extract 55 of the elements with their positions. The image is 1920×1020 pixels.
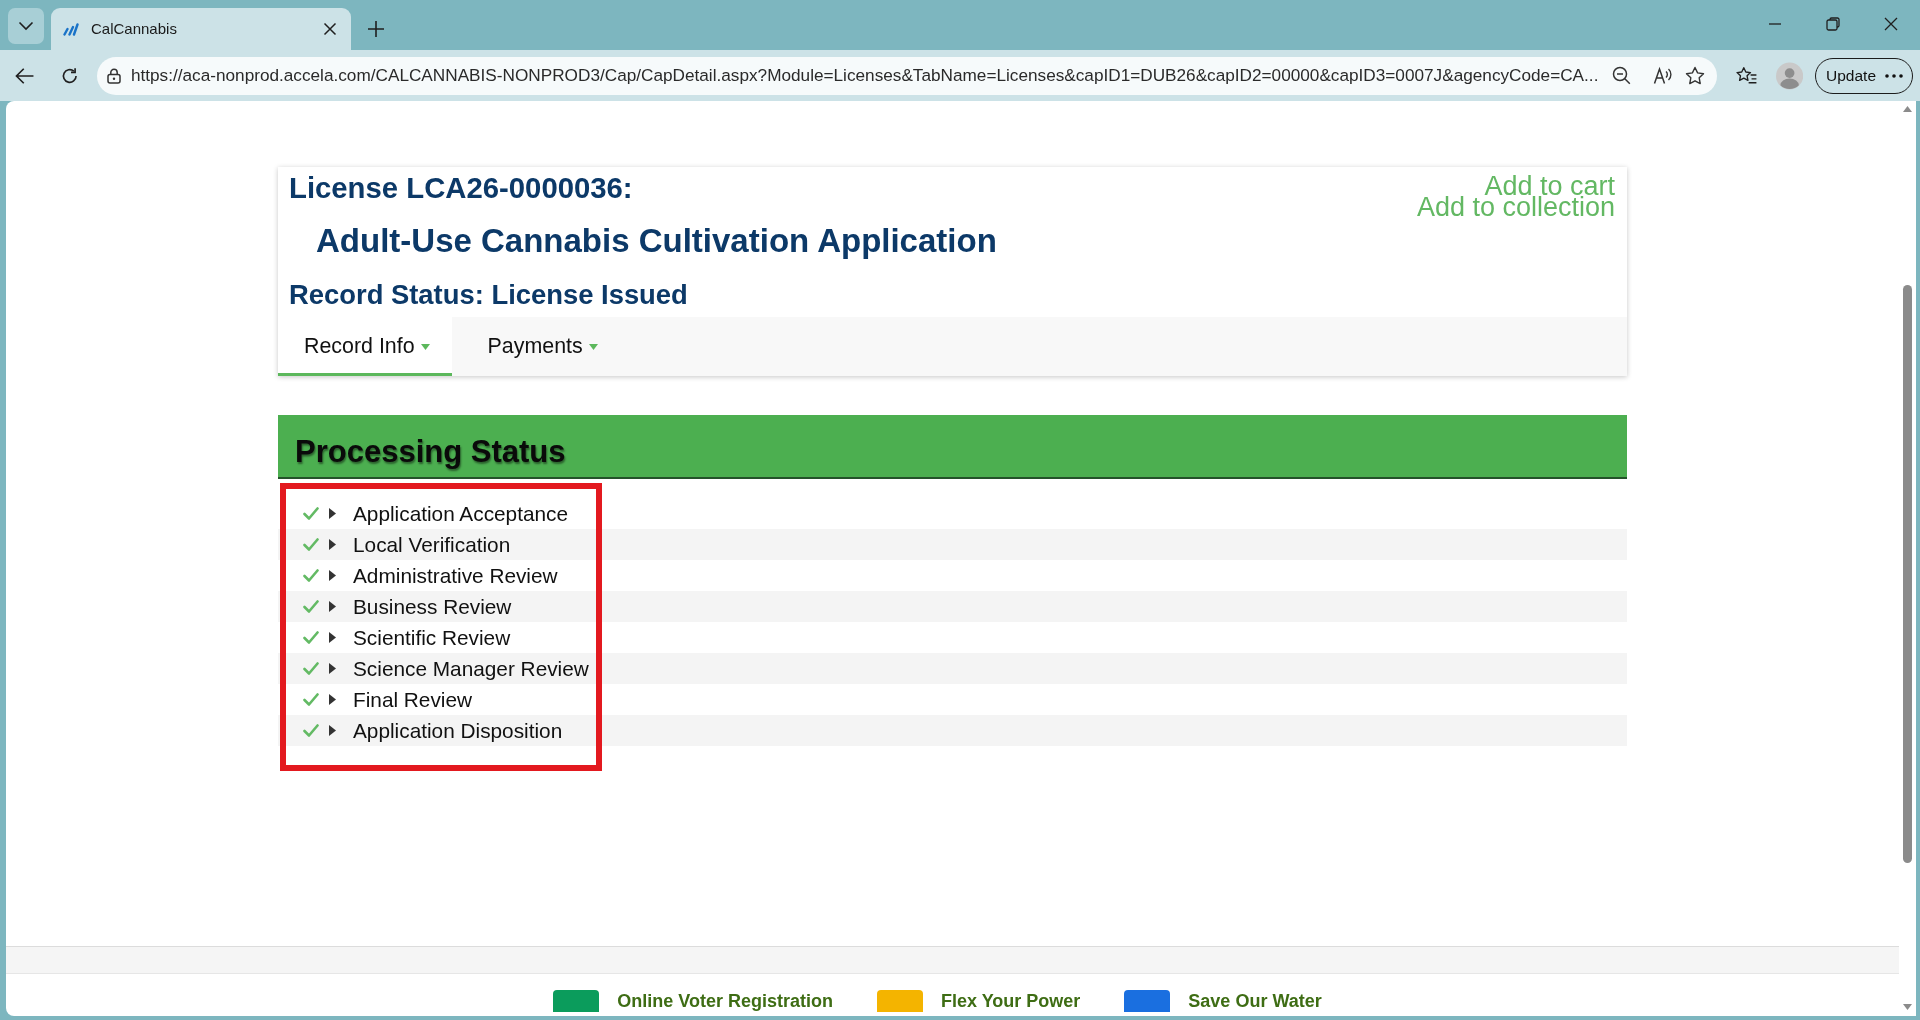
- caret-right-icon[interactable]: [329, 508, 336, 519]
- record-status: Record Status: License Issued: [289, 279, 688, 310]
- step-label: Application Acceptance: [353, 501, 569, 526]
- footer-link[interactable]: Save Our Water: [1188, 990, 1322, 1012]
- chevron-down-icon: [18, 21, 34, 31]
- step-label: Local Verification: [353, 532, 511, 557]
- caret-right-icon[interactable]: [329, 725, 336, 736]
- step-label: Final Review: [353, 687, 473, 712]
- logo-icon: [63, 22, 79, 36]
- logo-tile-icon[interactable]: [876, 990, 923, 1012]
- footer-link[interactable]: Flex Your Power: [940, 990, 1081, 1012]
- caret-right-icon[interactable]: [329, 601, 336, 612]
- read-aloud-icon[interactable]: [1653, 66, 1674, 85]
- tab-list-button[interactable]: [8, 8, 44, 44]
- logo-tile-icon[interactable]: [553, 990, 600, 1012]
- url-text: https://aca-nonprod.accela.com/CALCANNABIS-NONPROD3/Cap/CapDetail.aspx?Module=Licenses&TabName=Licenses&capID1=DUB26&capID2=00000&capID3=0007J&agencyCode=CA...: [130, 63, 1599, 87]
- tab-title: CalCannabis: [91, 18, 178, 39]
- caret-right-icon[interactable]: [329, 539, 336, 550]
- caret-right-icon[interactable]: [329, 632, 336, 643]
- step-label: Scientific Review: [353, 625, 511, 650]
- caret-down-icon: [588, 343, 598, 350]
- caret-right-icon[interactable]: [329, 663, 336, 674]
- scrollbar-thumb[interactable]: [1903, 285, 1912, 863]
- caret-right-icon[interactable]: [329, 694, 336, 705]
- step-label: Administrative Review: [353, 563, 558, 588]
- logo-tile-icon[interactable]: [1124, 990, 1171, 1012]
- favorites-icon[interactable]: [1736, 66, 1758, 85]
- step-label: Application Disposition: [353, 718, 563, 743]
- close-icon[interactable]: [323, 22, 337, 36]
- reload-icon[interactable]: [61, 66, 79, 85]
- close-icon[interactable]: [1883, 16, 1899, 32]
- address-field[interactable]: https://aca-nonprod.accela.com/CALCANNABIS-NONPROD3/Cap/CapDetail.aspx?Module=Licenses&TabName=Licenses&capID1=DUB26&capID2=00000&capID3=0007J&agencyCode=CA...: [96, 56, 1718, 95]
- more-icon: [1885, 73, 1903, 78]
- record-type-title: Adult-Use Cannabis Cultivation Application: [316, 222, 997, 259]
- update-label: Update: [1826, 65, 1876, 86]
- record-tab[interactable]: Payments: [461, 317, 620, 376]
- browser-tab[interactable]: CalCannabis: [51, 8, 351, 50]
- step-label: Business Review: [353, 594, 512, 619]
- tab-label: Payments: [487, 333, 583, 361]
- lock-icon: [106, 67, 121, 84]
- section-title: Processing Status: [295, 434, 566, 469]
- restore-icon[interactable]: [1825, 16, 1841, 32]
- tab-label: Record Info: [304, 333, 415, 361]
- zoom-out-icon[interactable]: [1612, 66, 1632, 85]
- back-arrow-icon[interactable]: [15, 66, 35, 85]
- license-title: License LCA26-0000036:: [289, 171, 634, 205]
- footer-link[interactable]: Online Voter Registration: [617, 990, 833, 1012]
- star-icon[interactable]: [1685, 66, 1706, 85]
- caret-right-icon[interactable]: [329, 570, 336, 581]
- step-label: Science Manager Review: [353, 656, 589, 681]
- plus-icon[interactable]: [367, 20, 385, 38]
- caret-down-icon: [420, 343, 430, 350]
- scroll-up-arrow-icon[interactable]: [1903, 106, 1912, 112]
- record-tab[interactable]: Record Info: [278, 317, 452, 376]
- scroll-down-arrow-icon[interactable]: [1903, 1004, 1912, 1010]
